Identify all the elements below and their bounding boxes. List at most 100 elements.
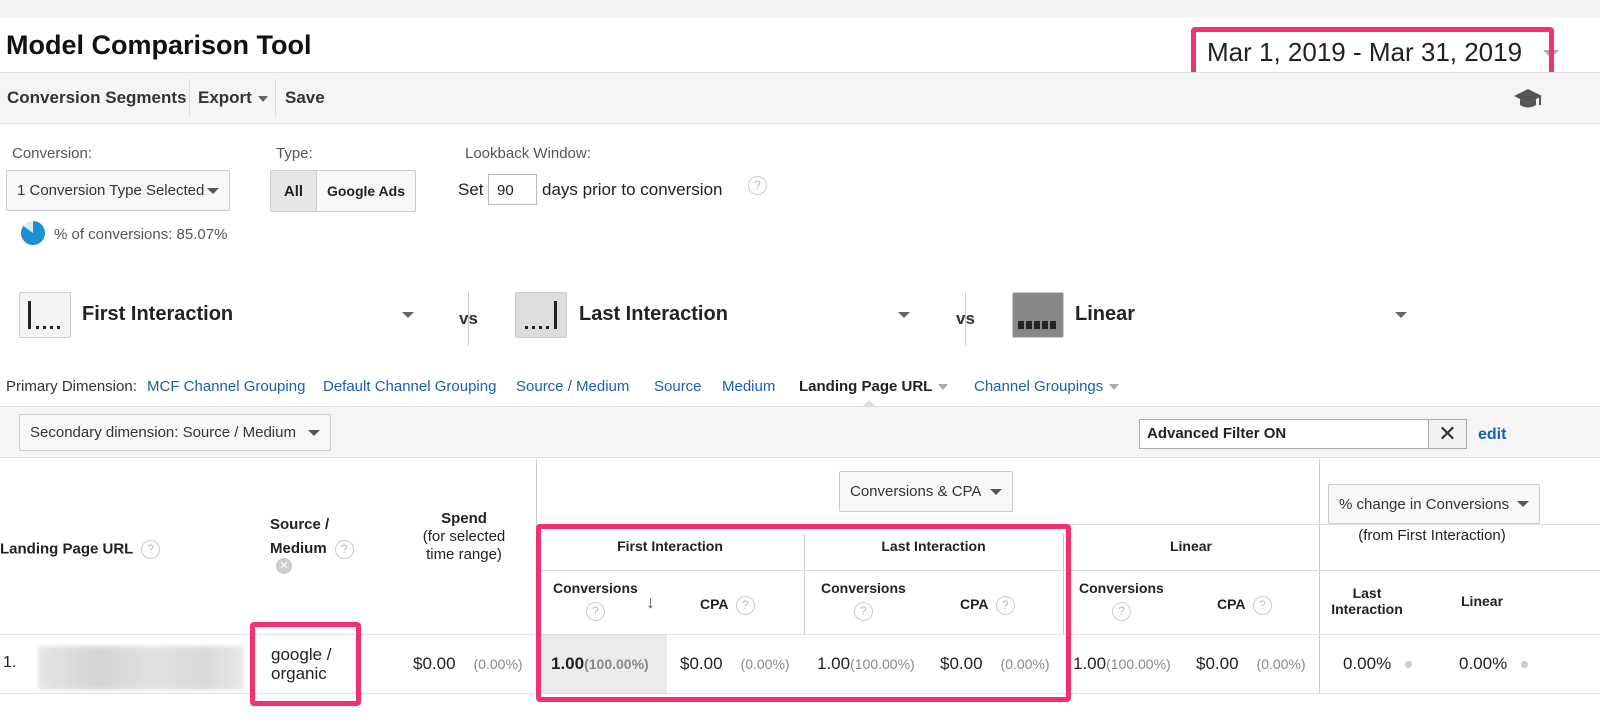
first-conversions-label: Conversions xyxy=(553,580,638,596)
linear-conversions-header[interactable]: Conversions? xyxy=(1079,580,1164,621)
last-cpa-header[interactable]: CPA ? xyxy=(960,596,1015,615)
date-range-label: Mar 1, 2019 - Mar 31, 2019 xyxy=(1207,36,1523,67)
col-spend[interactable]: Spend (for selected time range) xyxy=(404,510,524,564)
save-button[interactable]: Save xyxy=(285,73,325,123)
dimension-medium[interactable]: Medium xyxy=(722,378,775,395)
linear-cpa-pct: (0.00%) xyxy=(1256,656,1306,672)
chevron-down-icon xyxy=(1543,50,1559,58)
clear-filter-icon[interactable]: ✕ xyxy=(1428,419,1467,449)
page-title: Model Comparison Tool xyxy=(6,30,312,60)
source-medium-line2: organic xyxy=(271,664,327,683)
first-cpa-label: CPA xyxy=(700,596,728,613)
last-conv-pct: (100.00%) xyxy=(850,656,915,672)
chevron-down-icon[interactable] xyxy=(1395,312,1407,318)
last-interaction-icon xyxy=(515,292,567,338)
group-last-interaction: Last Interaction xyxy=(881,538,986,554)
change-linear-header[interactable]: Linear xyxy=(1461,593,1503,609)
help-icon[interactable]: ? xyxy=(748,176,767,195)
model-name-linear[interactable]: Linear xyxy=(1075,303,1135,326)
last-cpa-value: $0.00 (0.00%) xyxy=(940,654,1050,674)
source-medium-line1: google / xyxy=(271,645,332,664)
change-subtitle: (from First Interaction) xyxy=(1358,527,1506,544)
dot-icon xyxy=(1405,661,1413,669)
lookback-days-input[interactable]: 90 xyxy=(488,174,537,205)
percent-of-conversions: % of conversions: 85.07% xyxy=(54,226,228,243)
dimension-mcf-channel-grouping[interactable]: MCF Channel Grouping xyxy=(147,378,305,395)
metric-select[interactable]: Conversions & CPA xyxy=(839,471,1013,512)
change-last-interaction-header[interactable]: Last Interaction xyxy=(1325,585,1409,617)
change-last-value: 0.00% xyxy=(1343,654,1413,674)
first-conversions-header[interactable]: Conversions? xyxy=(553,580,638,621)
col-landing-page-url[interactable]: Landing Page URL ? xyxy=(0,540,161,559)
dimension-source-medium[interactable]: Source / Medium xyxy=(516,378,629,395)
dimension-landing-page-url[interactable]: Landing Page URL xyxy=(799,378,949,395)
model-name-last[interactable]: Last Interaction xyxy=(579,303,728,326)
advanced-filter-input[interactable]: Advanced Filter ON xyxy=(1139,419,1429,449)
first-cpa-header[interactable]: CPA ? xyxy=(700,596,755,615)
divider xyxy=(536,524,1600,525)
landing-page-url-header: Landing Page URL xyxy=(0,540,134,558)
type-label: Type: xyxy=(276,145,313,162)
toolbar: Conversion Segments Export Save xyxy=(0,72,1600,124)
last-conversions-label: Conversions xyxy=(821,580,906,596)
spend-value: $0.00 (0.00%) xyxy=(413,654,523,674)
row-divider xyxy=(0,693,1600,694)
linear-conv-pct: (100.00%) xyxy=(1106,656,1171,672)
secondary-dimension-select[interactable]: Secondary dimension: Source / Medium xyxy=(19,414,331,451)
chevron-down-icon[interactable] xyxy=(898,312,910,318)
dimension-source[interactable]: Source xyxy=(654,378,702,395)
dot-icon xyxy=(1521,661,1529,669)
group-linear: Linear xyxy=(1169,538,1212,554)
conversion-type-value: 1 Conversion Type Selected xyxy=(17,182,205,199)
lookback-set-label: Set xyxy=(458,180,484,199)
last-conversions-value: 1.00(100.00%) xyxy=(817,654,915,674)
last-conversions-header[interactable]: Conversions? xyxy=(821,580,906,621)
divider xyxy=(536,570,1600,571)
linear-cpa-amount: $0.00 xyxy=(1196,654,1239,673)
linear-cpa-header[interactable]: CPA ? xyxy=(1217,596,1272,615)
dimension-channel-groupings[interactable]: Channel Groupings xyxy=(974,378,1120,395)
chevron-down-icon[interactable] xyxy=(402,312,414,318)
first-cpa-amount: $0.00 xyxy=(680,654,723,673)
channel-groupings-label: Channel Groupings xyxy=(974,378,1104,395)
date-range-picker[interactable]: Mar 1, 2019 - Mar 31, 2019 xyxy=(1199,30,1577,74)
blurred-landing-url[interactable] xyxy=(38,646,244,690)
conversion-type-select[interactable]: 1 Conversion Type Selected xyxy=(6,170,230,211)
spend-title: Spend xyxy=(441,510,487,527)
change-last-amount: 0.00% xyxy=(1343,654,1392,673)
dimension-default-channel-grouping[interactable]: Default Channel Grouping xyxy=(323,378,496,395)
last-cpa-amount: $0.00 xyxy=(940,654,983,673)
toolbar-divider xyxy=(189,79,190,117)
source-header-line2-text: Medium xyxy=(270,540,327,557)
linear-conv-amount: 1.00 xyxy=(1073,654,1107,673)
chevron-down-icon xyxy=(1109,384,1120,391)
first-conversions-value: 1.00(100.00%) xyxy=(551,654,649,674)
source-medium-cell[interactable]: google / organic xyxy=(271,645,332,683)
first-interaction-icon xyxy=(19,292,71,338)
chevron-down-icon xyxy=(1517,501,1529,507)
last-cpa-pct: (0.00%) xyxy=(1000,656,1050,672)
change-linear-value: 0.00% xyxy=(1459,654,1529,674)
linear-conversions-value: 1.00(100.00%) xyxy=(1073,654,1171,674)
last-conv-amount: 1.00 xyxy=(817,654,851,673)
type-google-ads-button[interactable]: Google Ads xyxy=(316,170,416,212)
landing-page-url-label: Landing Page URL xyxy=(799,378,933,395)
remove-dimension-icon[interactable]: ✕ xyxy=(276,558,292,574)
change-select[interactable]: % change in Conversions xyxy=(1328,484,1540,524)
divider xyxy=(1319,459,1320,693)
vs-label: vs xyxy=(956,309,975,328)
first-conv-amount: 1.00 xyxy=(551,654,585,673)
change-select-value: % change in Conversions xyxy=(1339,495,1510,513)
edit-filter-link[interactable]: edit xyxy=(1478,426,1506,444)
conversion-segments-button[interactable]: Conversion Segments xyxy=(7,73,187,123)
lookback-suffix: days prior to conversion xyxy=(542,180,723,199)
export-button[interactable]: Export xyxy=(198,73,268,123)
metric-select-value: Conversions & CPA xyxy=(850,483,982,500)
sort-down-icon[interactable]: ↓ xyxy=(646,592,655,613)
col-source-medium[interactable]: Source / Medium ? xyxy=(270,513,354,561)
type-all-button[interactable]: All xyxy=(270,170,317,212)
chevron-down-icon xyxy=(308,429,320,436)
secondary-dimension-value: Secondary dimension: Source / Medium xyxy=(30,424,296,441)
model-name-first[interactable]: First Interaction xyxy=(82,303,233,326)
graduation-cap-icon[interactable] xyxy=(1513,87,1543,115)
